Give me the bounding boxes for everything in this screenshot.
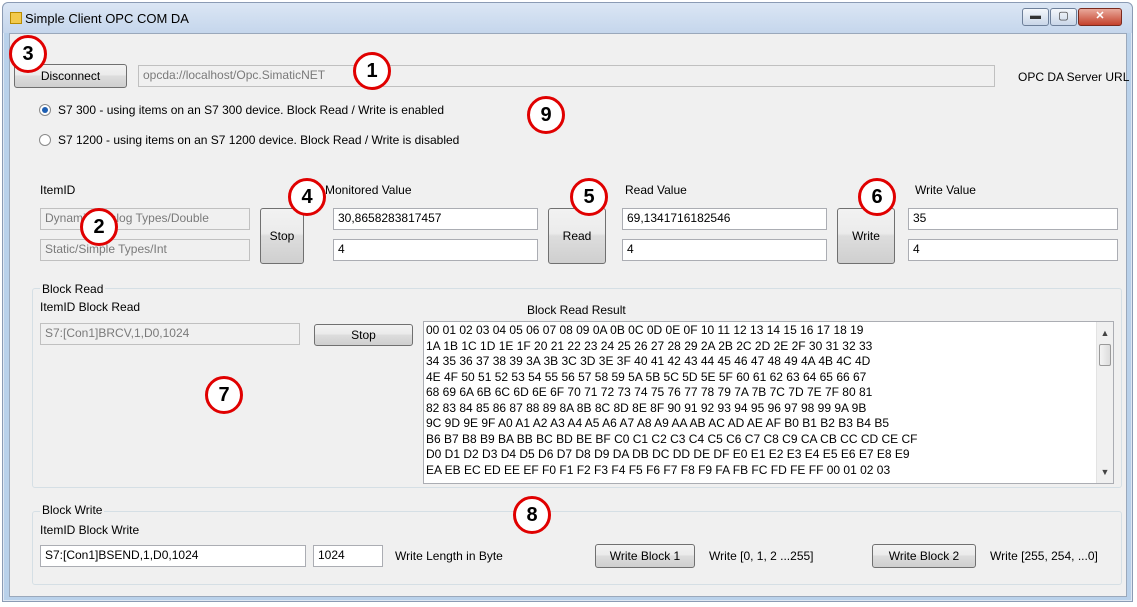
radio-s7-300-label[interactable]: S7 300 - using items on an S7 300 device…: [58, 103, 444, 117]
write-value-field-2[interactable]: 4: [908, 239, 1118, 261]
result-line: 9C 9D 9E 9F A0 A1 A2 A3 A4 A5 A6 A7 A8 A…: [426, 416, 889, 430]
write-block-2-button[interactable]: Write Block 2: [872, 544, 976, 568]
result-line: 82 83 84 85 86 87 88 89 8A 8B 8C 8D 8E 8…: [426, 400, 867, 415]
block-read-stop-button[interactable]: Stop: [314, 324, 413, 346]
client-area: Disconnect opcda://localhost/Opc.Simatic…: [9, 33, 1130, 597]
callout-6: 6: [858, 178, 896, 216]
monitored-value-field-2[interactable]: 4: [333, 239, 538, 261]
write-value-header: Write Value: [915, 183, 976, 197]
monitored-value-field-1[interactable]: 30,8658283817457: [333, 208, 538, 230]
itemid-block-read-field[interactable]: S7:[Con1]BRCV,1,D0,1024: [40, 323, 300, 345]
result-line: 4E 4F 50 51 52 53 54 55 56 57 58 59 5A 5…: [426, 369, 867, 384]
radio-s7-1200-label[interactable]: S7 1200 - using items on an S7 1200 devi…: [58, 133, 459, 147]
callout-2: 2: [80, 208, 118, 246]
callout-5: 5: [570, 178, 608, 216]
scroll-down-icon[interactable]: ▼: [1097, 464, 1113, 480]
result-line: 1A 1B 1C 1D 1E 1F 20 21 22 23 24 25 26 2…: [426, 338, 873, 353]
close-button[interactable]: ✕: [1078, 8, 1122, 26]
result-line: 00 01 02 03 04 05 06 07 08 09 0A 0B 0C 0…: [426, 323, 864, 337]
result-line: D0 D1 D2 D3 D4 D5 D6 D7 D8 D9 DA DB DC D…: [426, 447, 910, 461]
minimize-button[interactable]: ▬: [1022, 8, 1049, 26]
result-line: B6 B7 B8 B9 BA BB BC BD BE BF C0 C1 C2 C…: [426, 431, 918, 446]
title-bar[interactable]: Simple Client OPC COM DA ▬ ▢ ✕: [3, 3, 1132, 33]
radio-s7-1200[interactable]: [39, 134, 51, 146]
callout-4: 4: [288, 178, 326, 216]
read-value-field-1[interactable]: 69,1341716182546: [622, 208, 827, 230]
itemid-header: ItemID: [40, 183, 76, 197]
callout-1: 1: [353, 52, 391, 90]
block-write-group-label: Block Write: [40, 503, 105, 517]
read-value-header: Read Value: [625, 183, 687, 197]
block-read-result-textbox[interactable]: 00 01 02 03 04 05 06 07 08 09 0A 0B 0C 0…: [423, 321, 1114, 484]
read-button[interactable]: Read: [548, 208, 606, 264]
itemid-block-write-label: ItemID Block Write: [40, 523, 140, 537]
write-length-label: Write Length in Byte: [395, 549, 503, 563]
write-block-1-description: Write [0, 1, 2 ...255]: [709, 549, 814, 563]
itemid-field-1[interactable]: Dynamic/Analog Types/Double: [40, 208, 250, 230]
result-line: 68 69 6A 6B 6C 6D 6E 6F 70 71 72 73 74 7…: [426, 385, 873, 399]
maximize-button[interactable]: ▢: [1050, 8, 1077, 26]
app-icon: [10, 12, 22, 24]
callout-8: 8: [513, 496, 551, 534]
callout-7: 7: [205, 376, 243, 414]
window-title: Simple Client OPC COM DA: [25, 11, 189, 26]
server-url-label: OPC DA Server URL: [1018, 70, 1130, 84]
write-block-1-button[interactable]: Write Block 1: [595, 544, 695, 568]
callout-3: 3: [9, 35, 47, 73]
itemid-field-2[interactable]: Static/Simple Types/Int: [40, 239, 250, 261]
write-block-2-description: Write [255, 254, ...0]: [990, 549, 1098, 563]
vertical-scrollbar[interactable]: ▲ ▼: [1096, 322, 1113, 483]
server-url-field[interactable]: opcda://localhost/Opc.SimaticNET: [138, 65, 995, 87]
block-read-result-label: Block Read Result: [527, 303, 626, 317]
scroll-up-icon[interactable]: ▲: [1097, 325, 1113, 341]
block-read-group-label: Block Read: [40, 282, 106, 296]
monitored-value-header: Monitored Value: [325, 183, 412, 197]
write-button[interactable]: Write: [837, 208, 895, 264]
itemid-block-read-label: ItemID Block Read: [40, 300, 141, 314]
result-line: 34 35 36 37 38 39 3A 3B 3C 3D 3E 3F 40 4…: [426, 354, 871, 368]
stop-monitor-button[interactable]: Stop: [260, 208, 304, 264]
itemid-block-write-field[interactable]: S7:[Con1]BSEND,1,D0,1024: [40, 545, 306, 567]
app-window: Simple Client OPC COM DA ▬ ▢ ✕ Disconnec…: [2, 2, 1133, 602]
write-value-field-1[interactable]: 35: [908, 208, 1118, 230]
radio-s7-300[interactable]: [39, 104, 51, 116]
scroll-thumb[interactable]: [1099, 344, 1111, 366]
read-value-field-2[interactable]: 4: [622, 239, 827, 261]
result-line: EA EB EC ED EE EF F0 F1 F2 F3 F4 F5 F6 F…: [426, 462, 891, 477]
write-length-field[interactable]: 1024: [313, 545, 383, 567]
callout-9: 9: [527, 96, 565, 134]
